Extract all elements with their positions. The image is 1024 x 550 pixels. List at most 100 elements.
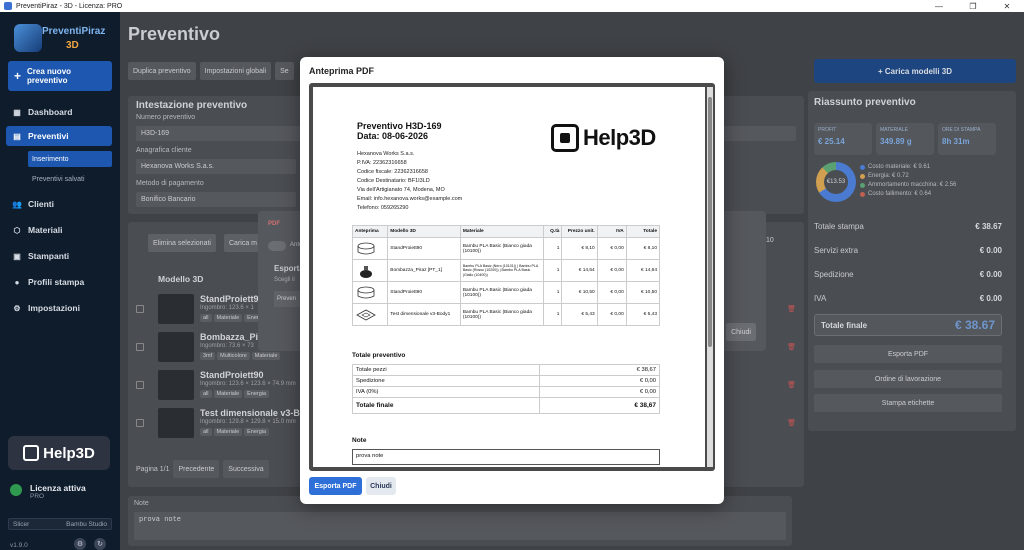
prev-page-button[interactable]: Precedente (173, 460, 220, 478)
chip[interactable]: Materiale (213, 314, 243, 322)
notes-box: prova note (352, 449, 660, 465)
chip[interactable]: Materiale (213, 428, 243, 436)
nav-sub-inserimento[interactable]: Inserimento (28, 151, 112, 167)
maximize-button[interactable]: ❐ (956, 2, 990, 11)
nav-dashboard[interactable]: ▦ Dashboard (6, 102, 112, 122)
delete-row-icon[interactable]: 🗑 (787, 381, 796, 389)
pagamento-label: Metodo di pagamento (136, 180, 204, 187)
nav-preventivi[interactable]: ▤ Preventivi (6, 126, 112, 146)
export-quote-button[interactable]: Preven (274, 291, 300, 307)
page-title: Preventivo (128, 24, 221, 44)
print-labels-button[interactable]: Stampa etichette (814, 394, 1002, 412)
summary-row-iva: IVA € 0.00 (814, 294, 1002, 303)
slicer-selector[interactable]: Slicer Bambu Studio (8, 518, 112, 530)
notes-title: Note (352, 437, 367, 444)
help3d-brand: Help3D (8, 436, 110, 470)
chip[interactable]: all (200, 428, 212, 436)
bg-close-button[interactable]: Chiudi (726, 323, 756, 341)
nav-sub-preventivi-salvati[interactable]: Preventivi salvati (28, 171, 112, 187)
doc-client-info: Hexanova Works S.a.s. P.IVA: 22362316658… (357, 151, 463, 211)
stat-value: 349.89 g (880, 137, 912, 146)
chip[interactable]: Materiale (251, 352, 281, 360)
stat-value: 8h 31m (942, 137, 970, 146)
table-row: Test dimensionale v3-Body1 Bambu PLA Bas… (351, 303, 661, 326)
nav-materiali[interactable]: ⬡ Materiali (6, 220, 112, 240)
doc-quote-number: Preventivo H3D-169 (357, 121, 442, 131)
notes-label: Note (134, 500, 149, 507)
nav-label: Materiali (28, 225, 63, 235)
pdf-tab[interactable]: PDF (268, 221, 280, 227)
chip[interactable]: Energia (244, 428, 270, 436)
next-page-button[interactable]: Successiva (223, 460, 269, 478)
new-quote-button[interactable]: + Crea nuovo preventivo (8, 61, 112, 91)
toolbar-button-3[interactable]: Se (275, 62, 294, 80)
nav-impostazioni[interactable]: ⚙ Impostazioni (6, 298, 112, 318)
logo-cube-icon (14, 24, 42, 52)
chip[interactable]: Multicolore (217, 352, 250, 360)
chip[interactable]: 3mf (200, 352, 216, 360)
doc-title: Preventivo H3D-169 Data: 08-06-2026 (357, 121, 442, 141)
chip[interactable]: Materiale (213, 390, 243, 398)
chip[interactable]: all (200, 314, 212, 322)
license-type: PRO (30, 493, 45, 500)
summary-row-extra: Servizi extra € 0.00 (814, 246, 1002, 255)
model-dims: Ingombro: 129.8 × 129.8 × 15.0 mm (200, 419, 296, 425)
work-order-button[interactable]: Ordine di lavorazione (814, 370, 1002, 388)
delete-row-icon[interactable]: 🗑 (787, 419, 796, 427)
pdf-viewer[interactable]: Preventivo H3D-169 Data: 08-06-2026 Help… (309, 83, 715, 471)
close-modal-button[interactable]: Chiudi (366, 477, 396, 495)
nav-stampanti[interactable]: ▣ Stampanti (6, 246, 112, 266)
chip[interactable]: Energia (244, 390, 270, 398)
page-size-select[interactable]: 10 (766, 237, 774, 244)
window-titlebar: PreventiPiraz - 3D - Licenza: PRO — ❐ ✕ (0, 0, 1024, 12)
row-checkbox[interactable] (136, 343, 144, 351)
bomb-thumbnail-icon (360, 265, 372, 278)
load-models-button-partial[interactable]: Carica m (224, 234, 263, 252)
help3d-logo-icon (551, 124, 579, 152)
pdf-scrollbar[interactable] (707, 87, 713, 467)
logo-text-main: PreventiPiraz (42, 26, 106, 37)
nav-label: Profili stampa (28, 277, 85, 287)
app-logo: PreventiPiraz 3D (14, 20, 106, 58)
anagrafica-select[interactable]: Hexanova Works S.a.s. (136, 159, 296, 174)
minimize-button[interactable]: — (922, 2, 956, 11)
nav-sub-label: Inserimento (32, 155, 69, 163)
stat-print-hours: ORE DI STAMPA 8h 31m (938, 123, 996, 155)
nav-label: Impostazioni (28, 303, 80, 313)
nav-profili-stampa[interactable]: ● Profili stampa (6, 272, 112, 292)
close-window-button[interactable]: ✕ (990, 2, 1024, 11)
row-checkbox[interactable] (136, 305, 144, 313)
legend-item: Costo fallimento: € 0.64 (860, 191, 931, 197)
legend-dot (860, 182, 865, 188)
col-header: Modello 3D (387, 225, 461, 238)
export-pdf-button[interactable]: Esporta PDF (309, 477, 362, 495)
col-header: Materiale (459, 225, 544, 238)
totals-row: IVA (0%) € 0,00 (352, 386, 661, 398)
global-settings-button[interactable]: Impostazioni globali (199, 62, 272, 80)
summary-row-shipping: Spedizione € 0.00 (814, 270, 1002, 279)
delete-row-icon[interactable]: 🗑 (787, 305, 796, 313)
delete-row-icon[interactable]: 🗑 (787, 343, 796, 351)
nav-label: Clienti (28, 199, 54, 209)
delete-selected-button[interactable]: Elimina selezionati (148, 234, 216, 252)
table-row: StandProiett90 Bambu PLA Basic (Bianco g… (351, 281, 661, 304)
users-icon: 👥 (12, 199, 22, 209)
row-checkbox[interactable] (136, 381, 144, 389)
load-3d-models-button[interactable]: + Carica modelli 3D (814, 59, 1016, 83)
scrollbar-thumb[interactable] (708, 97, 712, 347)
refresh-icon[interactable]: ↻ (94, 538, 106, 550)
row-checkbox[interactable] (136, 419, 144, 427)
notes-textarea[interactable]: prova note (134, 512, 786, 540)
license-title: Licenza attiva (30, 483, 86, 493)
nav-clienti[interactable]: 👥 Clienti (6, 194, 112, 214)
pagamento-select[interactable]: Bonifico Bancario (136, 192, 296, 207)
cube-icon: ⬡ (13, 225, 21, 235)
export-pdf-summary-button[interactable]: Esporta PDF (814, 345, 1002, 363)
totals-final-row: Totale finale € 38,67 (352, 397, 661, 414)
chip[interactable]: all (200, 390, 212, 398)
model-thumbnail (158, 408, 194, 438)
settings-gear-icon[interactable]: ⚙ (74, 538, 86, 550)
duplicate-quote-button[interactable]: Duplica preventivo (128, 62, 196, 80)
preview-toggle[interactable] (268, 241, 286, 251)
nav-label: Preventivi (28, 131, 69, 141)
